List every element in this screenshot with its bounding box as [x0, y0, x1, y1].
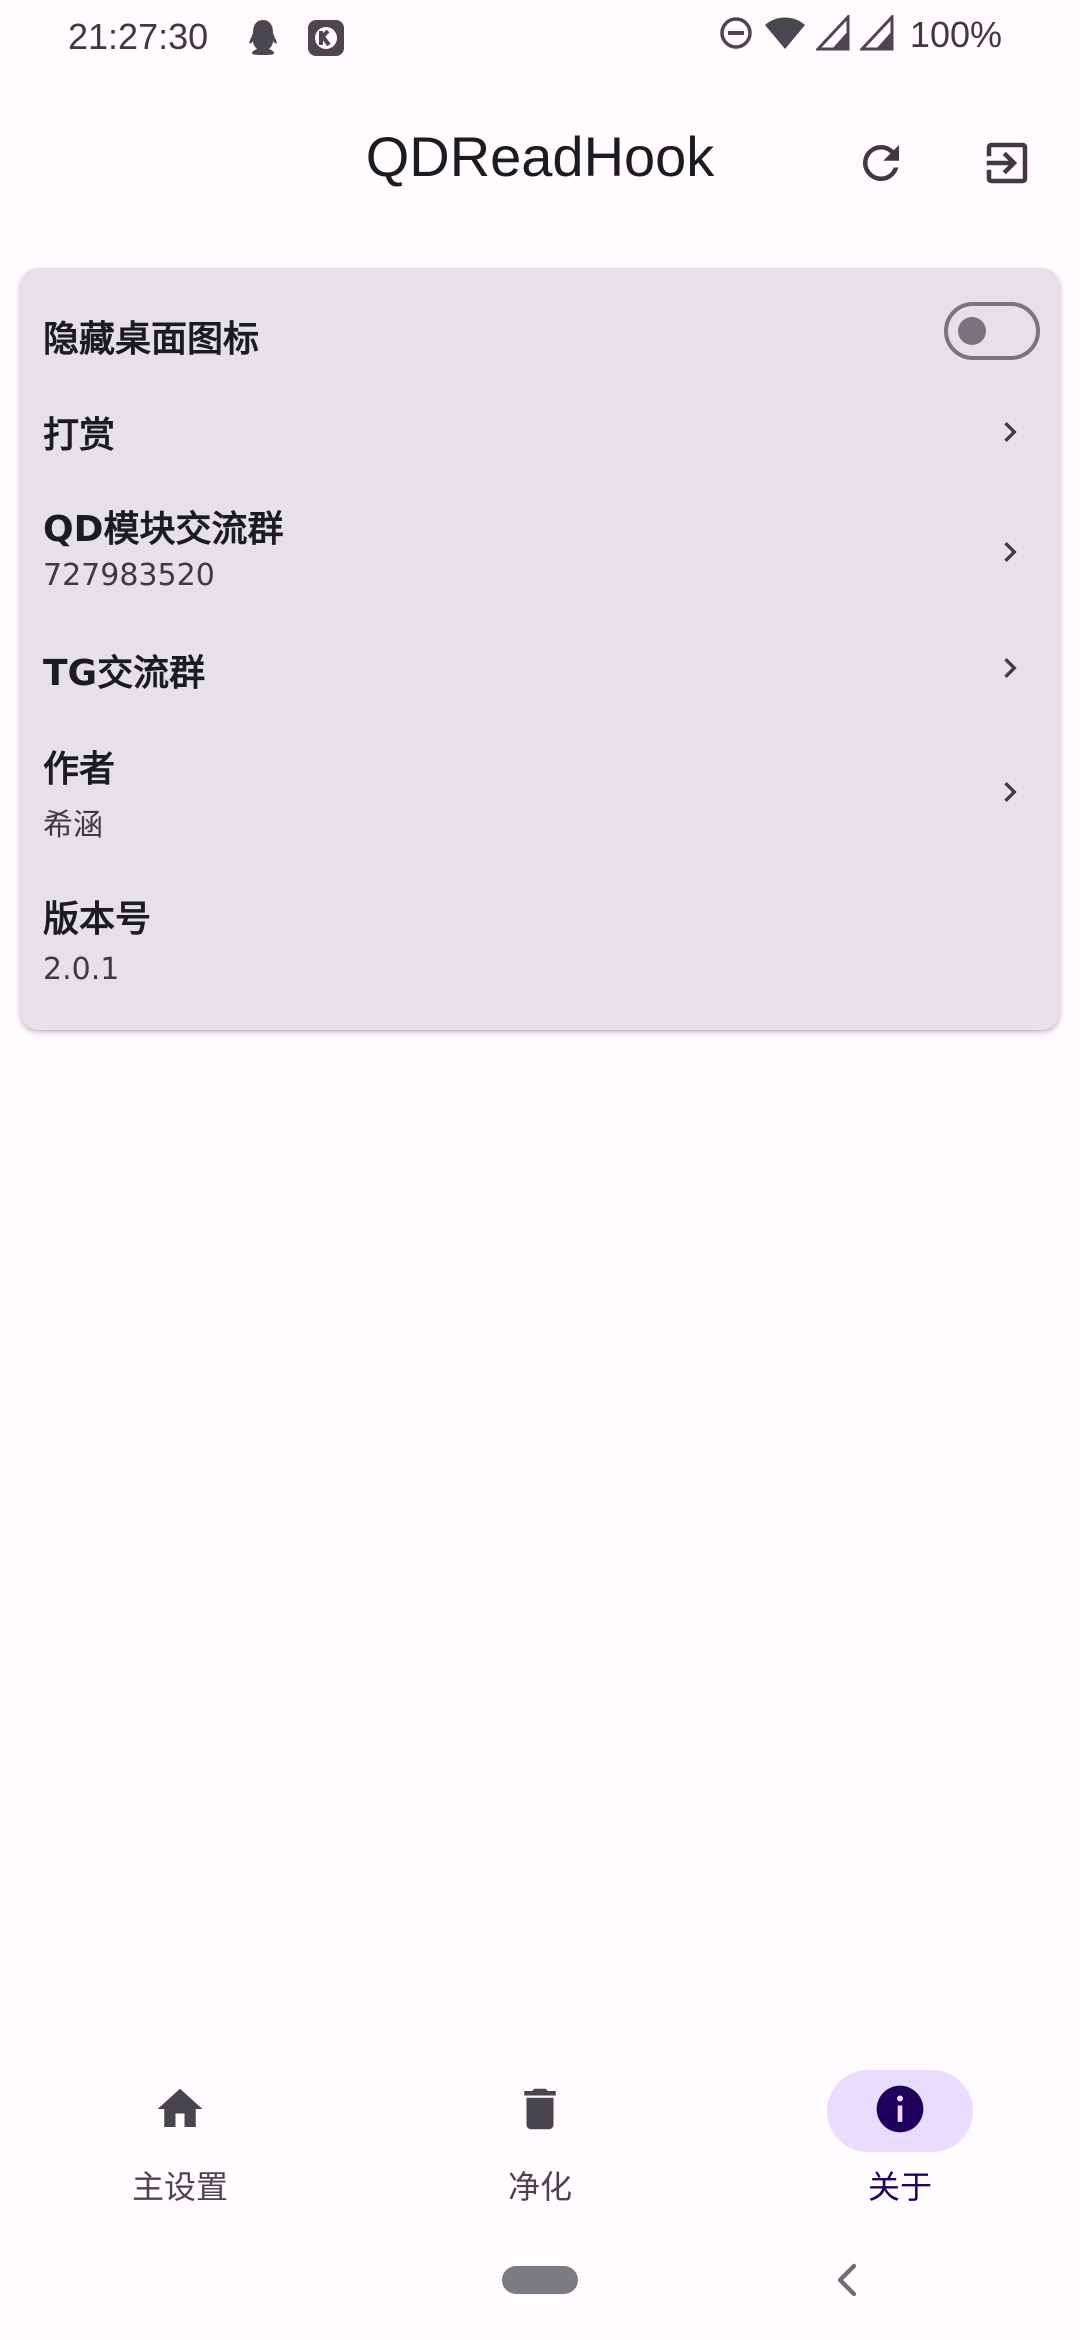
- nav-item-about[interactable]: 关于: [720, 2040, 1080, 2216]
- nav-icon-container-active: [827, 2070, 973, 2152]
- chevron-right-icon: [1004, 422, 1017, 442]
- nav-item-purify[interactable]: 净化: [360, 2040, 720, 2216]
- setting-row-tg-group[interactable]: TG交流群: [20, 626, 1060, 716]
- setting-row-donate[interactable]: 打赏: [20, 388, 1060, 478]
- setting-row-version: 版本号 2.0.1: [20, 864, 1060, 1030]
- app-bar: QDReadHook: [0, 110, 1080, 220]
- exit-icon: [980, 136, 1034, 194]
- exit-button[interactable]: [962, 120, 1052, 210]
- nav-icon-container: [474, 2070, 606, 2152]
- wifi-icon: [764, 15, 806, 55]
- about-settings-card: 隐藏桌面图标 打赏 QD模块交流群 727983520 TG交流群 作者 希涵 …: [20, 268, 1060, 1030]
- refresh-icon: [854, 136, 908, 194]
- screen: 21:27:30 100% QDReadHook 隐藏桌面图标 打赏 QD模块交…: [0, 0, 1080, 2340]
- signal-icon-2: [858, 13, 894, 55]
- qq-icon: [246, 18, 280, 62]
- back-icon[interactable]: [824, 2256, 872, 2304]
- setting-title: TG交流群: [43, 653, 206, 694]
- nav-item-main-settings[interactable]: 主设置: [0, 2040, 360, 2216]
- home-handle[interactable]: [502, 2266, 578, 2294]
- setting-row-author[interactable]: 作者 希涵: [20, 716, 1060, 864]
- setting-subtitle: 727983520: [43, 558, 215, 593]
- setting-title: 作者: [43, 749, 116, 790]
- dnd-icon: [718, 15, 754, 55]
- home-icon: [153, 2082, 207, 2140]
- signal-icon: [814, 13, 850, 55]
- status-bar: 21:27:30 100%: [0, 0, 1080, 78]
- system-navigation-bar: [0, 2216, 1080, 2340]
- trash-icon: [513, 2082, 567, 2140]
- nav-label: 净化: [507, 2168, 572, 2206]
- nav-icon-container: [114, 2070, 246, 2152]
- status-notification-icons: [246, 18, 346, 62]
- setting-subtitle: 2.0.1: [43, 952, 120, 987]
- nav-label: 关于: [867, 2168, 932, 2206]
- chevron-right-icon: [1004, 542, 1017, 562]
- setting-title: 打赏: [43, 415, 116, 456]
- chevron-right-icon: [1004, 782, 1017, 802]
- bottom-navigation: 主设置 净化 关于: [0, 2040, 1080, 2216]
- status-system-icons: 100%: [718, 13, 1002, 56]
- hide-icon-toggle[interactable]: [944, 302, 1040, 360]
- toggle-knob: [958, 317, 986, 345]
- setting-row-qd-group[interactable]: QD模块交流群 727983520: [20, 478, 1060, 626]
- battery-percentage: 100%: [909, 14, 1002, 55]
- chevron-right-icon: [1004, 658, 1017, 678]
- setting-subtitle: 希涵: [43, 808, 103, 843]
- setting-title: QD模块交流群: [43, 509, 284, 550]
- status-time: 21:27:30: [68, 16, 209, 57]
- setting-title: 隐藏桌面图标: [43, 319, 260, 360]
- setting-title: 版本号: [43, 899, 152, 940]
- setting-row-hide-icon[interactable]: 隐藏桌面图标: [20, 268, 1060, 388]
- info-icon: [872, 2081, 928, 2141]
- refresh-button[interactable]: [836, 120, 926, 210]
- nav-label: 主设置: [131, 2168, 228, 2206]
- app-notification-icon: [306, 18, 346, 62]
